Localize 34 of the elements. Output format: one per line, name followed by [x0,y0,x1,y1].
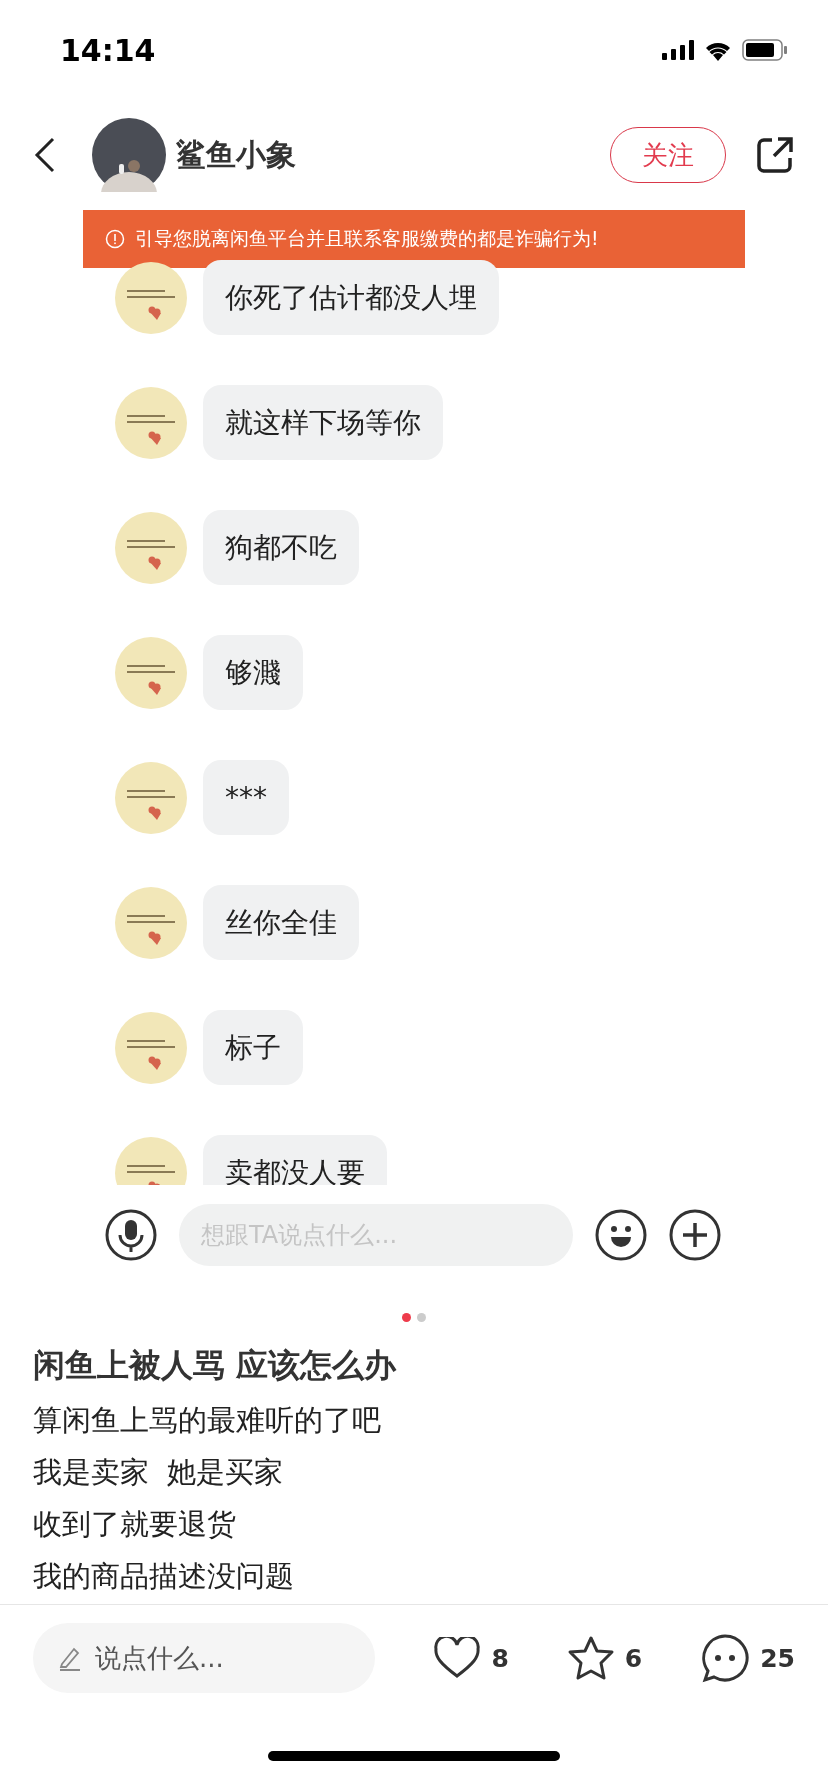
comment-placeholder: 说点什么... [95,1641,224,1675]
microphone-icon[interactable] [105,1209,157,1261]
message-bubble: 够濺 [203,635,303,710]
battery-icon [742,39,788,61]
heart-icon[interactable] [433,1637,482,1679]
message-bubble: 你死了估计都没人埋 [203,260,499,335]
emoji-icon[interactable] [595,1209,647,1261]
post-text: 我是卖家 她是买家 [33,1454,285,1491]
message-bubble: *** [203,760,289,835]
comment-field[interactable]: 说点什么... [33,1623,376,1693]
back-icon[interactable] [34,137,56,173]
post-title: 闲鱼上被人骂 应该怎么办 [32,1345,398,1386]
message-bubble: 狗都不吃 [203,510,359,585]
warning-text: 引导您脱离闲鱼平台并且联系客服缴费的都是诈骗行为! [135,226,599,251]
star-icon[interactable] [566,1635,615,1681]
message-bubble: 丝你全佳 [203,885,359,960]
message-bubble: 就这样下场等你 [203,385,443,460]
warning-icon [105,229,125,249]
pencil-icon [57,1645,83,1671]
comment-icon[interactable] [700,1633,751,1683]
plus-icon[interactable] [669,1209,721,1261]
message-bubble: 标子 [203,1010,303,1085]
post-text: 算闲鱼上骂的最难听的了吧 [33,1402,382,1439]
username: 鲨鱼小象 [176,135,297,174]
post-text: 收到了就要退货 [33,1506,237,1543]
message-bubble: 卖都没人要 [203,1135,387,1185]
share-icon[interactable] [756,136,794,174]
comment-count: 25 [760,1643,795,1673]
status-time: 14:14 [60,32,156,68]
follow-button[interactable]: 关注 [610,127,726,183]
favorite-count: 6 [624,1643,643,1673]
post-text: 我的商品描述没问题 [33,1558,295,1595]
like-count: 8 [491,1643,509,1673]
signal-icon [662,40,694,60]
